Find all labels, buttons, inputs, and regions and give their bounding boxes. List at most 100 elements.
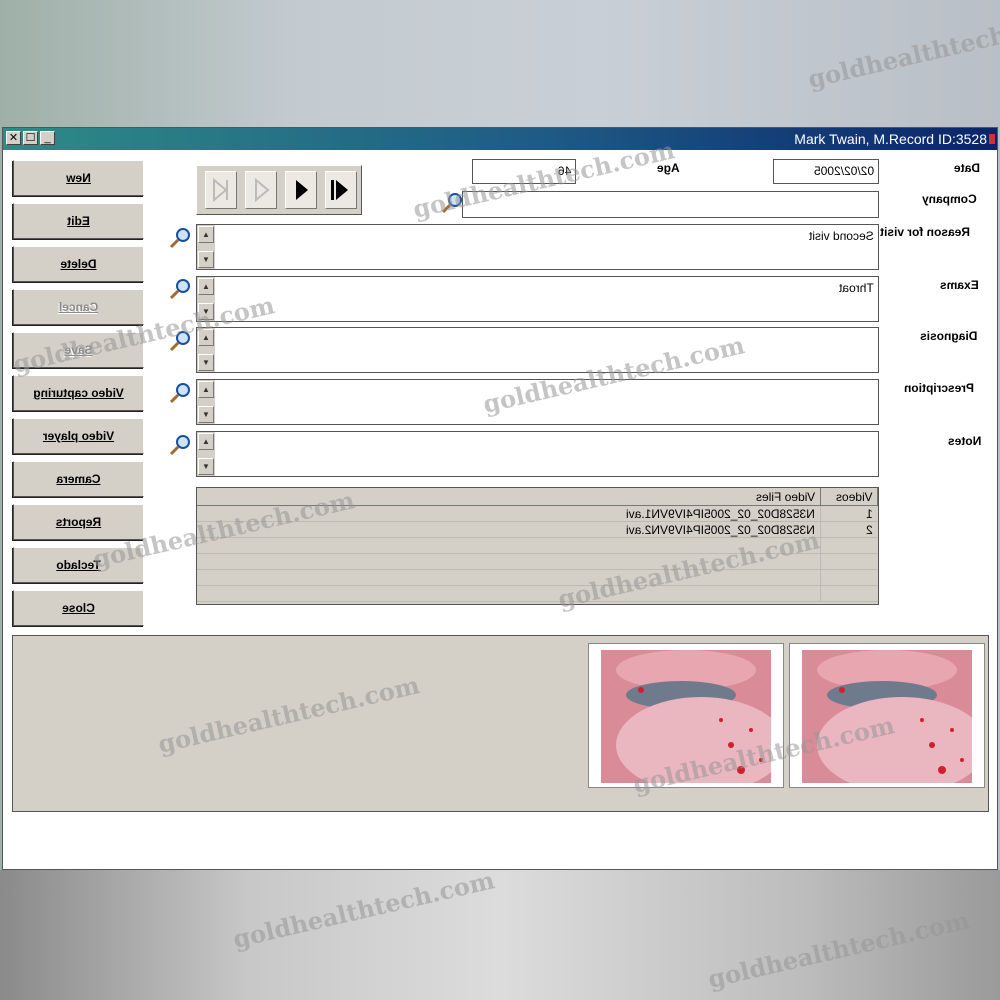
company-lookup-icon[interactable] (440, 191, 464, 215)
exams-field[interactable]: ▲ ▼ Throat (196, 276, 879, 322)
throat-image-2[interactable] (789, 643, 985, 788)
notes-lookup-icon[interactable] (168, 433, 192, 457)
sidebar-button-cancel[interactable]: Cancel (13, 289, 144, 325)
sidebar-button-label: Delete (60, 257, 97, 271)
sidebar-button-edit[interactable]: Edit (13, 203, 144, 239)
next-record-button[interactable] (285, 171, 317, 209)
maximize-window-button[interactable]: ☐ (23, 131, 38, 145)
prescription-field[interactable]: ▲ ▼ (196, 379, 879, 425)
diagnosis-field[interactable]: ▲ ▼ (196, 327, 879, 373)
sidebar-button-label: Cancel (58, 300, 99, 314)
notes-field[interactable]: ▲ ▼ (196, 431, 879, 477)
date-label: Date (954, 161, 981, 175)
scroll-down-icon[interactable]: ▼ (198, 303, 214, 320)
previous-record-icon (255, 177, 270, 203)
throat-image-1[interactable] (588, 643, 784, 788)
scroll-down-icon[interactable]: ▼ (198, 406, 214, 423)
table-row[interactable] (197, 554, 878, 570)
scroll-up-icon[interactable]: ▲ (198, 433, 214, 450)
close-window-button[interactable]: ✕ (6, 131, 21, 145)
prescription-scrollbar[interactable]: ▲ ▼ (197, 380, 215, 424)
reason-scrollbar[interactable]: ▲ ▼ (197, 225, 215, 269)
video-number-cell (821, 538, 878, 554)
sidebar-button-label: Video capturing (33, 386, 124, 400)
sidebar-button-label: Close (62, 601, 95, 615)
exams-lookup-icon[interactable] (168, 277, 192, 301)
reason-lookup-icon[interactable] (168, 226, 192, 250)
video-number-cell: 2 (866, 523, 873, 537)
diagnosis-label: Diagnosis (920, 329, 978, 343)
scroll-up-icon[interactable]: ▲ (198, 329, 214, 346)
table-row[interactable] (197, 586, 878, 602)
video-number-cell (821, 570, 878, 586)
scroll-up-icon[interactable]: ▲ (198, 226, 214, 243)
age-field[interactable]: 46 (472, 159, 576, 184)
video-number-cell: 1 (866, 507, 873, 521)
minimize-window-button[interactable]: _ (40, 131, 55, 145)
sidebar-button-label: Camera (56, 472, 101, 486)
reason-value: Second visit (809, 229, 874, 243)
throat-photo (601, 650, 771, 783)
sidebar-button-delete[interactable]: Delete (13, 246, 144, 282)
date-field[interactable]: 02/02/2005 (773, 159, 879, 184)
video-number-cell (821, 586, 878, 602)
table-row[interactable] (197, 570, 878, 586)
sidebar-button-label: New (66, 171, 91, 185)
sidebar-button-teclado[interactable]: Teclado (13, 547, 144, 583)
sidebar-button-label: Save (64, 343, 93, 357)
record-navigator (196, 165, 362, 215)
last-record-button[interactable] (325, 171, 357, 209)
reason-field[interactable]: ▲ ▼ Second visit (196, 224, 879, 270)
video-files-column-header[interactable]: Video Files (197, 488, 821, 506)
prescription-label: Prescription (904, 381, 975, 395)
age-value: 46 (557, 164, 571, 178)
sidebar-button-label: Reports (55, 515, 102, 529)
sidebar-button-label: Edit (67, 214, 90, 228)
scroll-down-icon[interactable]: ▼ (198, 458, 214, 475)
title-bar: ✕ ☐ _ Mark Twain, M.Record ID:3528 (3, 128, 997, 150)
next-record-icon (296, 180, 308, 200)
sidebar-button-new[interactable]: New (13, 160, 144, 196)
notes-scrollbar[interactable]: ▲ ▼ (197, 432, 215, 476)
exams-scrollbar[interactable]: ▲ ▼ (197, 277, 215, 321)
sidebar-button-video-capturing[interactable]: Video capturing (13, 375, 144, 411)
table-row[interactable] (197, 538, 878, 554)
videos-column-header[interactable]: Videos (821, 488, 878, 506)
window-title: Mark Twain, M.Record ID:3528 (794, 131, 987, 147)
company-field[interactable] (462, 191, 879, 218)
scroll-up-icon[interactable]: ▲ (198, 278, 214, 295)
diagnosis-lookup-icon[interactable] (168, 329, 192, 353)
age-label: Age (657, 161, 680, 175)
videos-table: Videos Video Files N3528D02_02_2005IP4IV… (196, 487, 879, 605)
notes-label: Notes (948, 434, 982, 448)
exams-value: Throat (839, 281, 874, 295)
sidebar-button-label: Video player (42, 429, 115, 443)
previous-record-button[interactable] (245, 171, 277, 209)
scroll-down-icon[interactable]: ▼ (198, 354, 214, 371)
table-row[interactable]: N3528D02_02_2005IP4IV9VN1.avi 1 (197, 506, 878, 522)
video-file-cell (197, 586, 821, 602)
date-value: 02/02/2005 (813, 164, 874, 178)
sidebar-button-save[interactable]: Save (13, 332, 144, 368)
sidebar-button-camera[interactable]: Camera (13, 461, 144, 497)
sidebar-button-reports[interactable]: Reports (13, 504, 144, 540)
video-file-cell (197, 570, 821, 586)
video-number-cell (821, 554, 878, 570)
first-record-button[interactable] (205, 171, 237, 209)
video-file-cell: N3528D02_02_2005IP4IV9VN2.avi (197, 522, 821, 538)
video-file-cell (197, 538, 821, 554)
table-row[interactable]: N3528D02_02_2005IP4IV9VN2.avi 2 (197, 522, 878, 538)
throat-photo (802, 650, 972, 783)
prescription-lookup-icon[interactable] (168, 381, 192, 405)
sidebar-button-video-player[interactable]: Video player (13, 418, 144, 454)
sidebar-button-label: Teclado (56, 558, 101, 572)
company-label: Company (922, 192, 977, 206)
video-file-cell: N3528D02_02_2005IP4IV9VN1.avi (197, 506, 821, 522)
app-icon (989, 134, 995, 144)
sidebar-button-close[interactable]: Close (13, 590, 144, 626)
watermark: goldhealthtech.com (805, 5, 1000, 94)
scroll-up-icon[interactable]: ▲ (198, 381, 214, 398)
diagnosis-scrollbar[interactable]: ▲ ▼ (197, 328, 215, 372)
video-file-cell (197, 554, 821, 570)
scroll-down-icon[interactable]: ▼ (198, 251, 214, 268)
